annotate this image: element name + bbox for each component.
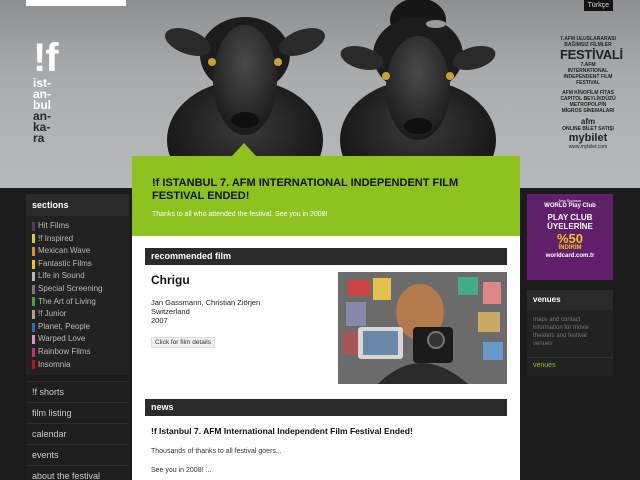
ad-line: PLAY CLUB (547, 213, 593, 222)
content-column: recommended film Chrigu Jan Gassmann, Ch… (145, 248, 507, 474)
section-item[interactable]: Rainbow Films (26, 346, 129, 359)
sidebar-nav-item[interactable]: events (26, 444, 129, 466)
section-item[interactable]: Life in Sound (26, 270, 129, 283)
film-directors: Jan Gassmann, Christian Ziörjen (151, 298, 261, 307)
recommended-heading: recommended film (145, 248, 507, 265)
section-item[interactable]: Hit Films (26, 220, 129, 233)
sponsor-logo: afm (580, 117, 596, 126)
section-item-label: Life in Sound (38, 271, 85, 281)
sidebar-nav-item[interactable]: film listing (26, 402, 129, 424)
main-content: !f ISTANBUL 7. AFM INTERNATIONAL INDEPEN… (132, 143, 520, 480)
ad-percent: %50 (556, 231, 584, 246)
sections-title: sections (26, 194, 129, 216)
section-item[interactable]: Insomnia (26, 359, 129, 372)
venues-box: venues maps and contact information for … (527, 290, 613, 376)
recommended-film: Chrigu Jan Gassmann, Christian Ziörjen S… (145, 265, 507, 399)
section-item-label: Fantastic Films (38, 258, 92, 268)
section-color-marker (32, 360, 35, 370)
film-year: 2007 (151, 316, 168, 325)
badge-text: 7.AFM INTERNATIONAL (567, 62, 609, 74)
sidebar-nav-item[interactable]: calendar (26, 423, 129, 445)
announcement-title[interactable]: !f ISTANBUL 7. AFM INTERNATIONAL INDEPEN… (152, 177, 492, 203)
ad-discount: İNDİRİM (558, 245, 582, 251)
announcement-subtitle: Thanks to all who attended the festival.… (152, 211, 328, 218)
section-item-label: Warped Love (38, 334, 86, 344)
section-item[interactable]: Planet, People (26, 321, 129, 334)
film-details-button[interactable]: Click for film details (151, 337, 215, 348)
section-color-marker (32, 347, 35, 357)
news-title[interactable]: !f Istanbul 7. AFM International Indepen… (151, 426, 507, 436)
section-item-label: Rainbow Films (38, 346, 91, 356)
section-item[interactable]: !f Junior (26, 308, 129, 321)
section-item-label: The Art of Living (38, 296, 96, 306)
section-color-marker (32, 246, 35, 256)
film-photo[interactable] (338, 272, 507, 384)
section-color-marker (32, 259, 35, 269)
mybilet-logo: mybilet (568, 132, 608, 144)
news-section: news !f Istanbul 7. AFM International In… (145, 399, 507, 474)
section-item-label: Planet, People (38, 321, 91, 331)
section-item-label: Insomnia (38, 359, 71, 369)
section-item-label: Special Screening (38, 283, 103, 293)
film-country: Switzerland (151, 307, 190, 316)
news-text[interactable]: See you in 2008! ... (151, 467, 507, 474)
section-color-marker (32, 284, 35, 294)
sidebar: sections Hit Films !f Inspired Mexican Wav… (26, 194, 129, 480)
section-color-marker (32, 322, 35, 332)
badge-text: METROPOLPİN MİGROS SİNEMALARI (561, 102, 615, 114)
section-color-marker (32, 309, 35, 319)
section-color-marker (32, 221, 35, 231)
section-item[interactable]: Mexican Wave (26, 245, 129, 258)
venues-title: venues (527, 290, 613, 310)
section-color-marker (32, 234, 35, 244)
section-item-label: !f Junior (38, 309, 67, 319)
section-item[interactable]: The Art of Living (26, 296, 129, 309)
section-item[interactable]: Warped Love (26, 333, 129, 346)
film-title[interactable]: Chrigu (151, 273, 190, 287)
section-item[interactable]: Special Screening (26, 283, 129, 296)
badge-url: www.mybilet.com (568, 144, 608, 150)
news-heading: news (145, 399, 507, 416)
venues-text: maps and contact information for movie t… (533, 317, 590, 347)
film-meta: Jan Gassmann, Christian Ziörjen Switzerl… (151, 298, 260, 325)
ad-brand: WORLD Play Club (544, 203, 596, 209)
badge-title: FESTİVALİ (560, 47, 623, 62)
section-item-label: !f Inspired (38, 233, 74, 243)
sidebar-nav-item[interactable]: !f shorts (26, 381, 129, 403)
venues-link[interactable]: venues (527, 357, 613, 369)
section-item-label: Hit Films (38, 221, 70, 230)
festival-badge[interactable]: 7.AFM ULUSLARARASI BAĞIMSIZ FİLMLER FEST… (560, 36, 623, 150)
section-item-label: Mexican Wave (38, 246, 91, 256)
badge-text: INDEPENDENT FILM FESTIVAL (563, 74, 613, 86)
announcement-arrow (232, 143, 256, 156)
announcement-box: !f ISTANBUL 7. AFM INTERNATIONAL INDEPEN… (132, 143, 520, 236)
news-text: Thousands of thanks to all festival goer… (151, 448, 282, 455)
section-color-marker (32, 297, 35, 307)
section-color-marker (32, 272, 35, 282)
sidebar-nav-item[interactable]: about the festival (26, 465, 129, 480)
sidebar-nav: !f shorts film listing calendar events about… (26, 381, 129, 480)
section-item[interactable]: Fantastic Films (26, 258, 129, 271)
sections-list: Hit Films !f Inspired Mexican Wave Fantasti… (26, 216, 129, 376)
worldcard-ad[interactable]: Ana Sponsor WORLD Play Club PLAY CLUB ÜY… (527, 194, 613, 280)
section-item[interactable]: !f Inspired (26, 233, 129, 246)
section-color-marker (32, 335, 35, 345)
ad-site: worldcard.com.tr (545, 253, 595, 259)
